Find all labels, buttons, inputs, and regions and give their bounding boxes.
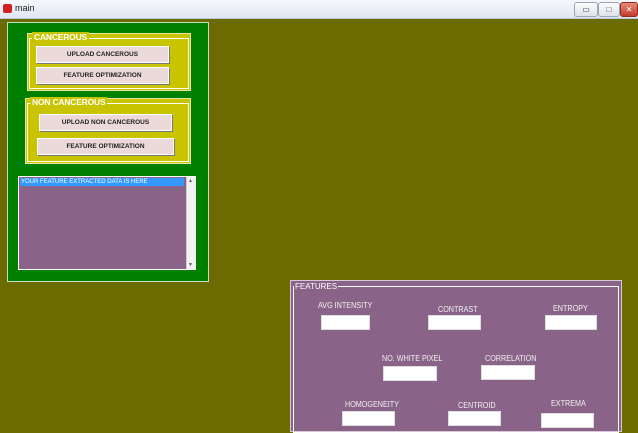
scroll-up-arrow-icon[interactable]: ▲ — [188, 178, 193, 184]
window-title: main — [15, 3, 35, 13]
app-icon — [3, 4, 12, 13]
control-panel: CANCEROUS UPLOAD CANCEROUS FEATURE OPTIM… — [7, 22, 209, 282]
avg-intensity-label: AVG INTENSITY — [318, 301, 373, 310]
entropy-label: ENTROPY — [553, 304, 588, 313]
close-button[interactable]: ✕ — [620, 2, 638, 17]
cancerous-group-title: CANCEROUS — [32, 32, 89, 42]
centroid-label: CENTROID — [458, 401, 496, 410]
contrast-label: CONTRAST — [438, 305, 478, 314]
upload-non-cancerous-button[interactable]: UPLOAD NON CANCEROUS — [39, 114, 172, 131]
homogeneity-field[interactable] — [342, 411, 395, 426]
homogeneity-label: HOMOGENEITY — [345, 400, 400, 409]
extrema-label: EXTREMA — [551, 399, 586, 408]
centroid-field[interactable] — [448, 411, 501, 426]
title-bar: main ▭ □ ✕ — [0, 0, 638, 19]
extrema-field[interactable] — [541, 413, 594, 428]
list-item[interactable]: YOUR FEATURE EXTRACTED DATA IS HERE — [20, 178, 184, 186]
feature-data-listbox[interactable]: YOUR FEATURE EXTRACTED DATA IS HERE ▲ ▼ — [18, 176, 196, 270]
features-title: FEATURES — [294, 282, 339, 291]
scroll-down-arrow-icon[interactable]: ▼ — [188, 262, 193, 268]
minimize-button[interactable]: ▭ — [574, 2, 598, 17]
cancerous-feature-optimization-button[interactable]: FEATURE OPTIMIZATION — [36, 67, 169, 84]
cancerous-group: CANCEROUS UPLOAD CANCEROUS FEATURE OPTIM… — [27, 32, 191, 91]
non-cancerous-feature-optimization-button[interactable]: FEATURE OPTIMIZATION — [37, 138, 174, 155]
non-cancerous-group-title: NON CANCEROUS — [30, 97, 108, 107]
correlation-field[interactable] — [481, 365, 535, 380]
non-cancerous-group: NON CANCEROUS UPLOAD NON CANCEROUS FEATU… — [25, 97, 191, 164]
maximize-button[interactable]: □ — [598, 2, 620, 17]
contrast-field[interactable] — [428, 315, 481, 330]
correlation-label: CORRELATION — [485, 354, 537, 363]
white-pixel-field[interactable] — [383, 366, 437, 381]
upload-cancerous-button[interactable]: UPLOAD CANCEROUS — [36, 46, 169, 63]
features-panel: FEATURES AVG INTENSITY CONTRAST ENTROPY … — [290, 280, 622, 433]
white-pixel-label: NO. WHITE PIXEL — [382, 354, 443, 363]
listbox-scrollbar[interactable]: ▲ ▼ — [186, 177, 195, 269]
avg-intensity-field[interactable] — [321, 315, 370, 330]
entropy-field[interactable] — [545, 315, 597, 330]
